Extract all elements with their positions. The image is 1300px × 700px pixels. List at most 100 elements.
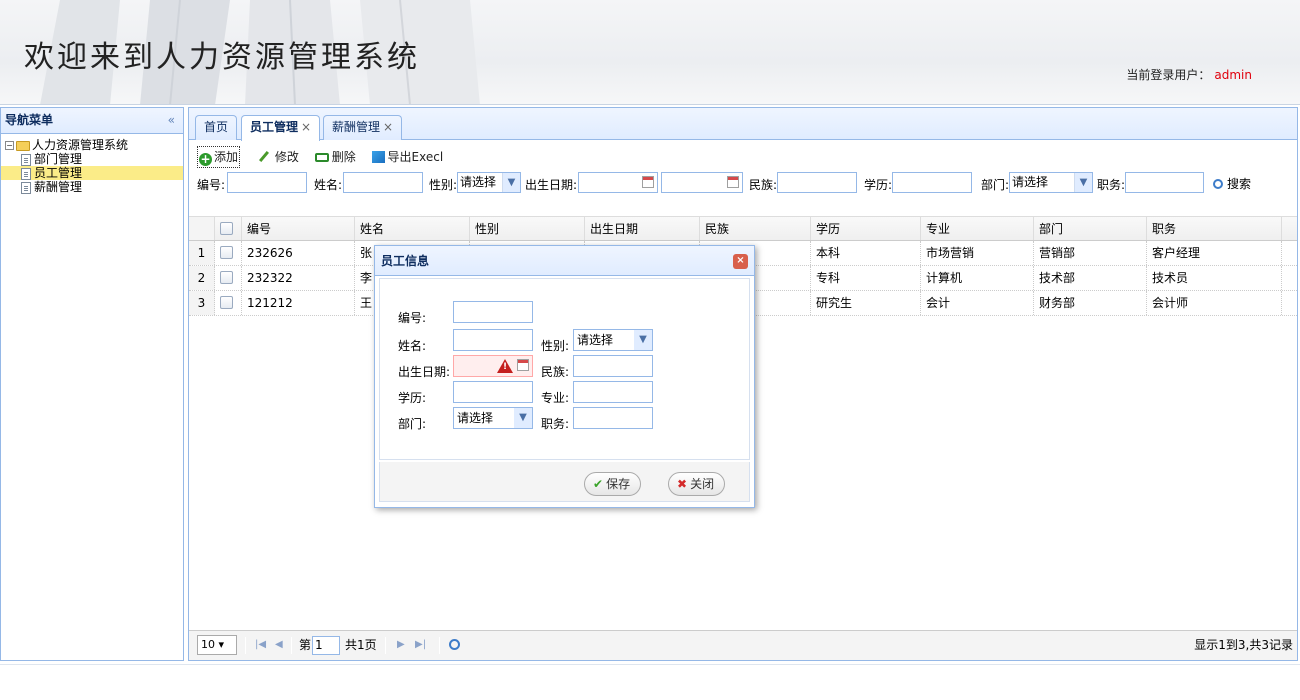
- form-name-label: 姓名:: [398, 339, 427, 353]
- cell-dept: 营销部: [1034, 241, 1147, 265]
- search-name-input[interactable]: [343, 172, 423, 193]
- tree-root-node[interactable]: − 人力资源管理系统: [1, 138, 183, 152]
- form-major-label: 专业:: [541, 391, 570, 405]
- form-edu-input[interactable]: [453, 381, 533, 403]
- search-birth-label: 出生日期:: [525, 178, 578, 192]
- calendar-icon[interactable]: [727, 176, 739, 188]
- export-icon: [371, 151, 385, 163]
- row-number: 2: [189, 266, 215, 290]
- tab-label: 首页: [204, 120, 229, 134]
- sidebar-item-label: 部门管理: [34, 152, 83, 166]
- calendar-icon[interactable]: [642, 176, 654, 188]
- prev-page-icon[interactable]: ◀: [275, 631, 283, 659]
- tree-collapse-icon[interactable]: −: [5, 141, 14, 150]
- export-button-label: 导出Execl: [387, 150, 444, 164]
- select-all-checkbox[interactable]: [220, 222, 233, 235]
- page-size-select[interactable]: 10 ▾: [197, 635, 237, 655]
- pager-separator: [245, 637, 246, 654]
- search-gender-select[interactable]: 请选择 ▼: [457, 172, 521, 193]
- form-id-input[interactable]: [453, 301, 533, 323]
- export-button[interactable]: 导出Execl: [371, 147, 444, 167]
- form-birth-input[interactable]: !: [453, 355, 533, 377]
- add-button-label: 添加: [214, 150, 239, 164]
- checkmark-icon: ✔: [593, 477, 604, 491]
- close-icon[interactable]: ×: [733, 254, 748, 269]
- form-ethnic-input[interactable]: [573, 355, 653, 377]
- sidebar-item-departments[interactable]: 部门管理: [1, 152, 183, 166]
- column-header[interactable]: 出生日期: [585, 217, 700, 240]
- form-ethnic-label: 民族:: [541, 365, 570, 379]
- sidebar-item-employees[interactable]: 员工管理: [1, 166, 183, 180]
- pager-separator: [439, 637, 440, 654]
- edit-button[interactable]: 修改: [256, 147, 299, 167]
- nav-tree: − 人力资源管理系统 部门管理 员工管理 薪酬管理: [1, 134, 183, 194]
- page-title: 欢迎来到人力资源管理系统: [24, 40, 420, 75]
- search-button[interactable]: 搜索: [1213, 175, 1251, 192]
- cell-id: 232322: [242, 266, 355, 290]
- cell-post: 会计师: [1147, 291, 1282, 315]
- form-dept-select[interactable]: 请选择 ▼: [453, 407, 533, 429]
- search-dept-select[interactable]: 请选择 ▼: [1009, 172, 1093, 193]
- collapse-nav-icon[interactable]: «: [168, 108, 175, 133]
- save-button[interactable]: ✔ 保存: [584, 472, 642, 496]
- page-number-input[interactable]: 1: [312, 636, 340, 655]
- pager-separator: [291, 637, 292, 654]
- cell-major: 会计: [921, 291, 1034, 315]
- row-checkbox[interactable]: [220, 246, 233, 259]
- refresh-icon[interactable]: [449, 639, 460, 650]
- chevron-down-icon[interactable]: ▼: [634, 330, 652, 350]
- tab-home[interactable]: 首页: [195, 115, 238, 140]
- next-page-icon[interactable]: ▶: [397, 631, 405, 659]
- search-birth-start-input[interactable]: [578, 172, 658, 193]
- search-id-label: 编号:: [197, 178, 226, 192]
- search-edu-input[interactable]: [892, 172, 972, 193]
- tab-close-icon[interactable]: ×: [383, 120, 393, 134]
- chevron-down-icon[interactable]: ▼: [1074, 173, 1092, 192]
- tab-salary-management[interactable]: 薪酬管理 ×: [323, 115, 403, 140]
- column-header[interactable]: 学历: [811, 217, 921, 240]
- close-button[interactable]: ✖ 关闭: [668, 472, 726, 496]
- search-gender-label: 性别:: [429, 178, 458, 192]
- search-dept-label: 部门:: [981, 178, 1010, 192]
- column-header[interactable]: 职务: [1147, 217, 1282, 240]
- cross-icon: ✖: [677, 477, 688, 491]
- column-header[interactable]: 民族: [700, 217, 811, 240]
- row-number: 3: [189, 291, 215, 315]
- column-header[interactable]: 性别: [470, 217, 585, 240]
- search-post-input[interactable]: [1125, 172, 1204, 193]
- cell-edu: 本科: [811, 241, 921, 265]
- search-birth-end-input[interactable]: [661, 172, 743, 193]
- tab-close-icon[interactable]: ×: [301, 120, 311, 134]
- sidebar-item-label: 员工管理: [34, 166, 83, 180]
- tab-employee-management[interactable]: 员工管理 ×: [241, 115, 321, 141]
- form-edu-label: 学历:: [398, 391, 427, 405]
- chevron-down-icon[interactable]: ▼: [514, 408, 532, 428]
- sidebar-item-salary[interactable]: 薪酬管理: [1, 180, 183, 194]
- chevron-down-icon[interactable]: ▼: [502, 173, 520, 192]
- row-checkbox[interactable]: [220, 271, 233, 284]
- form-post-input[interactable]: [573, 407, 653, 429]
- column-header[interactable]: 编号: [242, 217, 355, 240]
- dialog-form: 编号: 姓名: 性别: 请选择 ▼ 出生日期: ! 民族: 学历: 专业: 部门:…: [379, 278, 750, 460]
- rownum-header: [189, 217, 215, 240]
- last-page-icon[interactable]: ▶|: [415, 631, 426, 659]
- column-header[interactable]: 姓名: [355, 217, 470, 240]
- form-name-input[interactable]: [453, 329, 533, 351]
- form-gender-select[interactable]: 请选择 ▼: [573, 329, 653, 351]
- cell-major: 计算机: [921, 266, 1034, 290]
- column-header[interactable]: 部门: [1034, 217, 1147, 240]
- cell-edu: 研究生: [811, 291, 921, 315]
- search-id-input[interactable]: [227, 172, 307, 193]
- delete-button[interactable]: 删除: [314, 147, 356, 167]
- column-header[interactable]: 专业: [921, 217, 1034, 240]
- first-page-icon[interactable]: |◀: [255, 631, 266, 659]
- form-gender-label: 性别:: [541, 339, 570, 353]
- form-major-input[interactable]: [573, 381, 653, 403]
- search-ethnic-input[interactable]: [777, 172, 857, 193]
- cell-edu: 专科: [811, 266, 921, 290]
- cell-dept: 技术部: [1034, 266, 1147, 290]
- page-total: 共1页: [345, 638, 377, 652]
- calendar-icon[interactable]: [517, 359, 529, 371]
- add-button[interactable]: + 添加: [197, 146, 241, 168]
- row-checkbox[interactable]: [220, 296, 233, 309]
